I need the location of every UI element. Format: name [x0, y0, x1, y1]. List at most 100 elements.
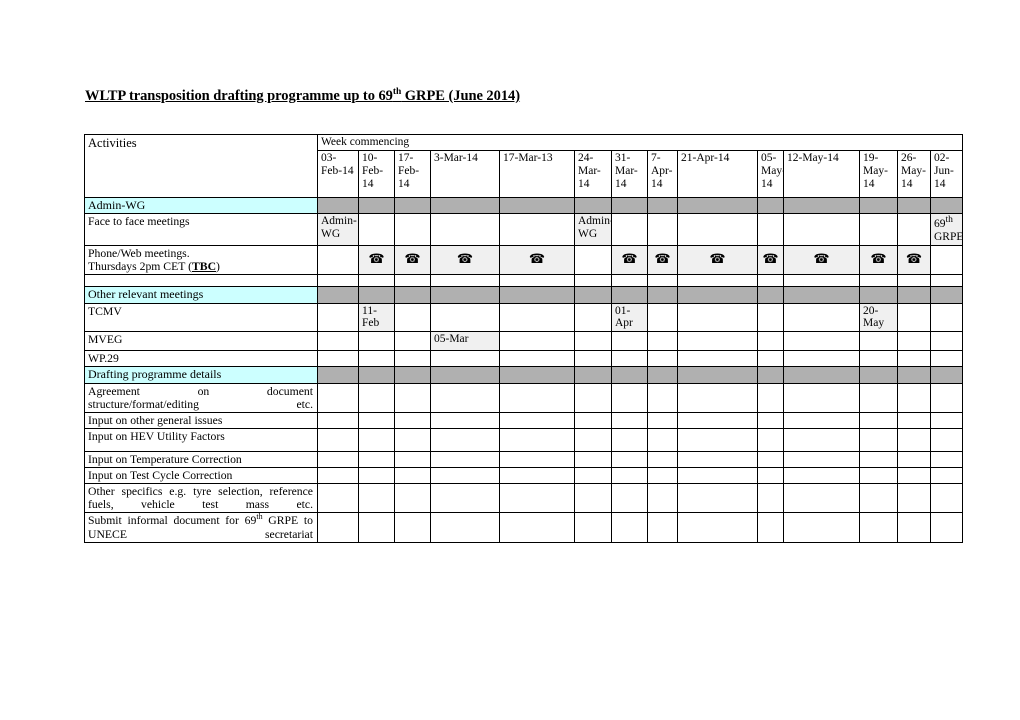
cell-empty[interactable]: [677, 411, 758, 430]
cell-empty[interactable]: [574, 512, 612, 543]
cell-phone-meeting[interactable]: ☎: [394, 244, 431, 276]
cell-phone-meeting[interactable]: ☎: [897, 244, 931, 276]
cell-empty[interactable]: [647, 428, 678, 453]
cell-empty[interactable]: [394, 382, 431, 413]
cell-phone-meeting[interactable]: ☎: [499, 244, 575, 276]
cell-empty[interactable]: [317, 512, 359, 543]
cell-empty[interactable]: [358, 428, 395, 453]
cell-empty[interactable]: [574, 411, 612, 430]
cell-empty[interactable]: [647, 451, 678, 469]
cell-empty[interactable]: [611, 512, 648, 543]
cell-empty[interactable]: [358, 512, 395, 543]
cell-empty[interactable]: [859, 382, 898, 413]
cell-empty[interactable]: [783, 483, 860, 514]
cell-empty[interactable]: [394, 213, 431, 246]
cell-empty[interactable]: [358, 467, 395, 485]
cell-empty[interactable]: [897, 331, 931, 352]
cell-empty[interactable]: [430, 467, 500, 485]
cell-empty[interactable]: [897, 428, 931, 453]
cell-tcmv-apr[interactable]: 01-Apr: [611, 302, 648, 333]
cell-mveg-mar[interactable]: 05-Mar: [430, 331, 500, 352]
cell-empty[interactable]: [783, 213, 860, 246]
cell-grpe-marker[interactable]: 69th GRPE: [929, 213, 964, 246]
cell-empty[interactable]: [574, 467, 612, 485]
cell-empty[interactable]: [430, 213, 500, 246]
cell-empty[interactable]: [897, 213, 931, 246]
cell-empty[interactable]: [677, 213, 758, 246]
cell-empty[interactable]: [358, 213, 395, 246]
cell-empty[interactable]: [394, 428, 431, 453]
cell-empty[interactable]: [929, 331, 964, 352]
cell-empty[interactable]: [430, 350, 500, 368]
cell-empty[interactable]: [647, 331, 678, 352]
cell-empty[interactable]: [317, 411, 359, 430]
cell-empty[interactable]: [783, 451, 860, 469]
cell-empty[interactable]: [757, 512, 784, 543]
cell-empty[interactable]: [499, 302, 575, 333]
cell-empty[interactable]: [757, 213, 784, 246]
cell-empty[interactable]: [317, 467, 359, 485]
cell-empty[interactable]: [929, 483, 964, 514]
cell-empty[interactable]: [317, 350, 359, 368]
cell-empty[interactable]: [929, 350, 964, 368]
cell-admin-wg-marker-mar[interactable]: Admin-WG: [574, 213, 612, 246]
cell-empty[interactable]: [929, 467, 964, 485]
cell-phone-meeting[interactable]: ☎: [677, 244, 758, 276]
cell-empty[interactable]: [897, 483, 931, 514]
cell-empty[interactable]: [859, 512, 898, 543]
cell-empty[interactable]: [783, 467, 860, 485]
cell-empty[interactable]: [430, 451, 500, 469]
cell-empty[interactable]: [783, 428, 860, 453]
cell-empty[interactable]: [859, 331, 898, 352]
cell-empty[interactable]: [929, 382, 964, 413]
cell-empty[interactable]: [757, 428, 784, 453]
cell-phone-meeting[interactable]: ☎: [757, 244, 784, 276]
cell-tcmv-may[interactable]: 20-May: [859, 302, 898, 333]
cell-empty[interactable]: [430, 302, 500, 333]
cell-empty[interactable]: [430, 411, 500, 430]
cell-admin-wg-marker-feb[interactable]: Admin-WG: [317, 213, 359, 246]
cell-empty[interactable]: [677, 382, 758, 413]
cell-phone-meeting[interactable]: ☎: [647, 244, 678, 276]
cell-empty[interactable]: [574, 302, 612, 333]
cell-phone-meeting[interactable]: ☎: [859, 244, 898, 276]
cell-empty[interactable]: [647, 411, 678, 430]
cell-empty[interactable]: [358, 331, 395, 352]
cell-empty[interactable]: [317, 244, 359, 276]
cell-empty[interactable]: [897, 302, 931, 333]
cell-empty[interactable]: [611, 483, 648, 514]
cell-empty[interactable]: [859, 483, 898, 514]
cell-empty[interactable]: [647, 213, 678, 246]
cell-empty[interactable]: [574, 428, 612, 453]
cell-empty[interactable]: [430, 512, 500, 543]
cell-empty[interactable]: [897, 411, 931, 430]
cell-empty[interactable]: [394, 483, 431, 514]
cell-phone-meeting[interactable]: ☎: [430, 244, 500, 276]
cell-empty[interactable]: [611, 411, 648, 430]
cell-empty[interactable]: [611, 382, 648, 413]
cell-empty[interactable]: [783, 512, 860, 543]
cell-empty[interactable]: [757, 331, 784, 352]
cell-empty[interactable]: [897, 512, 931, 543]
cell-phone-meeting[interactable]: ☎: [783, 244, 860, 276]
cell-empty[interactable]: [574, 331, 612, 352]
cell-empty[interactable]: [394, 467, 431, 485]
cell-empty[interactable]: [499, 411, 575, 430]
cell-empty[interactable]: [611, 213, 648, 246]
cell-empty[interactable]: [317, 331, 359, 352]
cell-empty[interactable]: [358, 382, 395, 413]
cell-empty[interactable]: [859, 451, 898, 469]
cell-empty[interactable]: [394, 350, 431, 368]
cell-empty[interactable]: [317, 302, 359, 333]
cell-empty[interactable]: [430, 382, 500, 413]
cell-empty[interactable]: [317, 451, 359, 469]
cell-empty[interactable]: [611, 428, 648, 453]
cell-empty[interactable]: [859, 428, 898, 453]
cell-empty[interactable]: [574, 451, 612, 469]
cell-empty[interactable]: [783, 382, 860, 413]
cell-empty[interactable]: [897, 350, 931, 368]
cell-empty[interactable]: [394, 331, 431, 352]
cell-empty[interactable]: [783, 350, 860, 368]
cell-empty[interactable]: [677, 512, 758, 543]
cell-empty[interactable]: [394, 512, 431, 543]
